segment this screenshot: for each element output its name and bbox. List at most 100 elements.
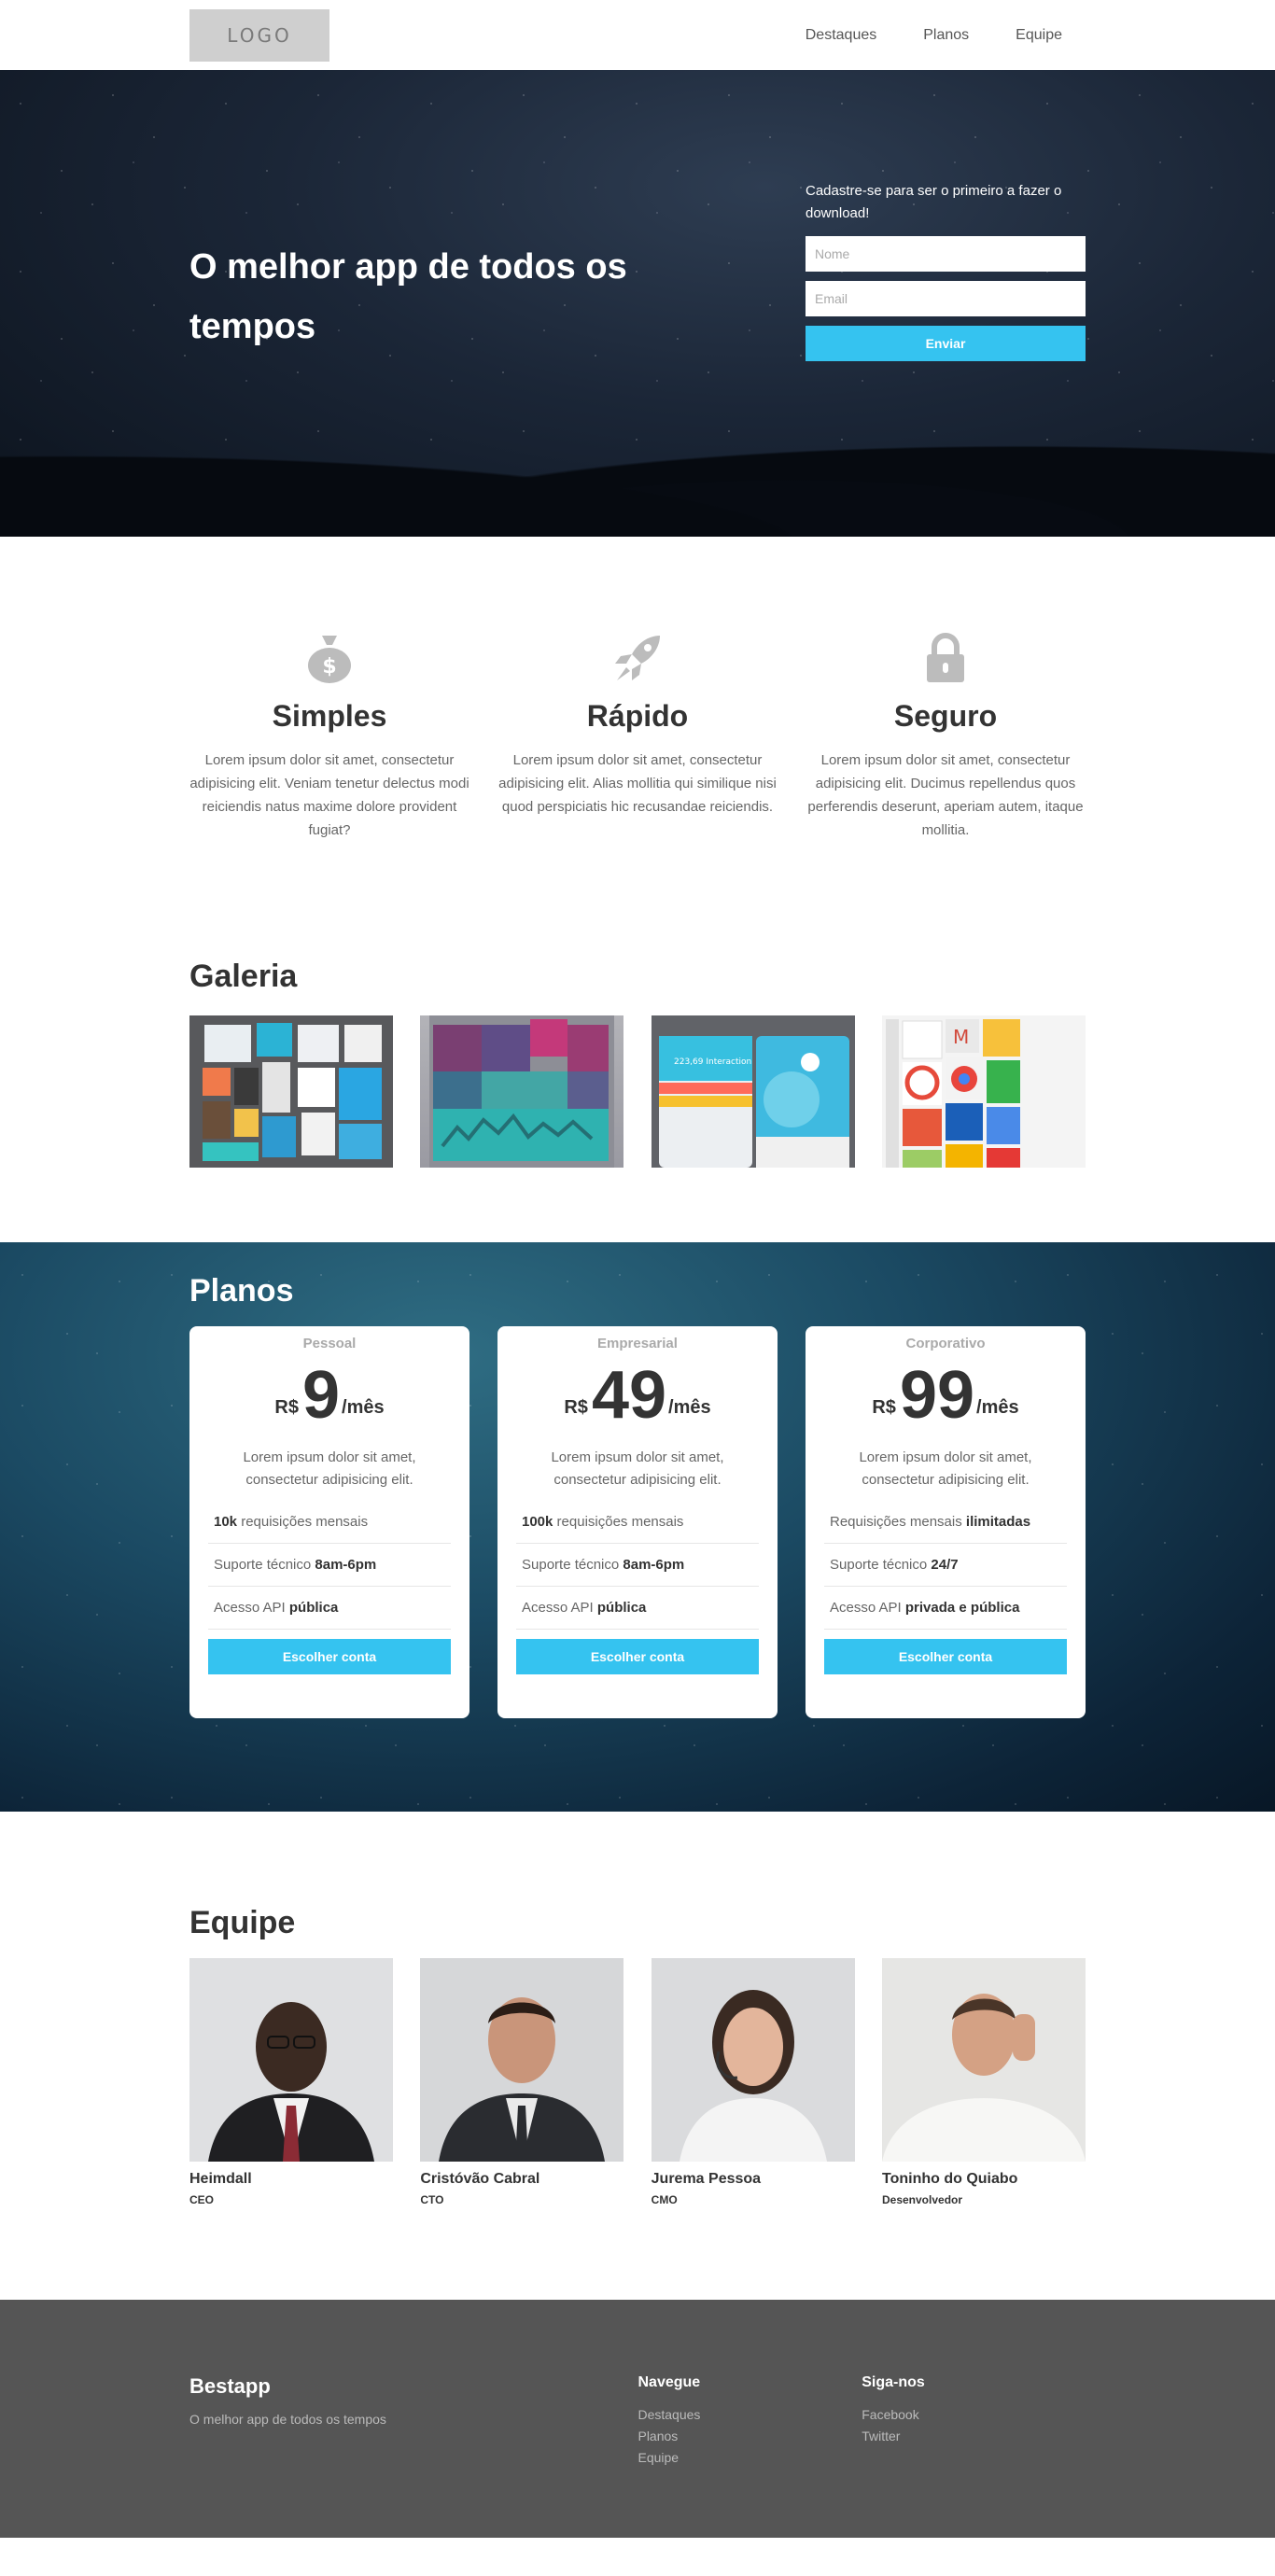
- lock-icon: [806, 630, 1086, 686]
- member-name: Heimdall: [189, 2171, 252, 2187]
- plan-card-corporativo: Corporativo R$ 99 /mês Lorem ipsum dolor…: [806, 1326, 1086, 1718]
- member-role: CEO: [189, 2193, 215, 2206]
- feature-text: Lorem ipsum dolor sit amet, consectetur …: [807, 752, 1084, 838]
- main-nav: Destaques Planos Equipe: [806, 27, 1086, 44]
- avatar: [651, 1958, 855, 2162]
- footer-link-twitter[interactable]: Twitter: [862, 2426, 1086, 2447]
- submit-button[interactable]: Enviar: [806, 326, 1086, 361]
- plan-feature: Suporte técnico 24/7: [824, 1544, 1067, 1587]
- plan-feature: Acesso API privada e pública: [824, 1587, 1067, 1630]
- svg-text:$: $: [322, 655, 336, 679]
- team-title: Equipe: [189, 1905, 296, 1940]
- plan-price: R$ 9 /mês: [208, 1357, 451, 1430]
- gallery-grid: 223,69 Interaction M: [189, 1015, 1086, 1168]
- plan-card-pessoal: Pessoal R$ 9 /mês Lorem ipsum dolor sit …: [189, 1326, 469, 1718]
- nav-link-planos[interactable]: Planos: [923, 27, 969, 44]
- plan-feature: 10k requisições mensais: [208, 1501, 451, 1544]
- footer-social-title: Siga-nos: [862, 2374, 925, 2390]
- site-header: LOGO Destaques Planos Equipe: [0, 0, 1275, 70]
- feature-title: Seguro: [893, 699, 998, 733]
- plan-name: Corporativo: [905, 1336, 986, 1351]
- plan-description: Lorem ipsum dolor sit amet, consectetur …: [551, 1449, 724, 1488]
- nav-link-destaques[interactable]: Destaques: [806, 27, 877, 44]
- money-bag-icon: $: [189, 630, 469, 686]
- team-member: Cristóvão Cabral CTO: [420, 1958, 624, 2206]
- footer-tagline: O melhor app de todos os tempos: [189, 2412, 386, 2427]
- plan-feature: Suporte técnico 8am-6pm: [516, 1544, 759, 1587]
- gallery-image-3[interactable]: 223,69 Interaction: [651, 1015, 855, 1168]
- price-period: /mês: [342, 1397, 385, 1418]
- plan-price: R$ 49 /mês: [516, 1357, 759, 1430]
- plans-section: Planos Pessoal R$ 9 /mês Lorem ipsum dol…: [0, 1242, 1275, 1812]
- name-input[interactable]: [806, 236, 1086, 272]
- signup-text: Cadastre-se para ser o primeiro a fazer …: [806, 183, 1062, 221]
- team-member: Toninho do Quiabo Desenvolvedor: [881, 1958, 1086, 2206]
- signup-form: Cadastre-se para ser o primeiro a fazer …: [806, 180, 1086, 361]
- member-role: CMO: [651, 2193, 678, 2206]
- price-currency: R$: [872, 1397, 896, 1418]
- nav-link-equipe[interactable]: Equipe: [1016, 27, 1062, 44]
- footer-nav: Navegue Destaques Planos Equipe: [638, 2374, 862, 2469]
- feature-text: Lorem ipsum dolor sit amet, consectetur …: [498, 752, 777, 815]
- footer-social: Siga-nos Facebook Twitter: [862, 2374, 1086, 2469]
- plan-feature: 100k requisições mensais: [516, 1501, 759, 1544]
- email-input[interactable]: [806, 281, 1086, 316]
- site-footer: Bestapp O melhor app de todos os tempos …: [0, 2300, 1275, 2538]
- feature-rapido: Rápido Lorem ipsum dolor sit amet, conse…: [497, 630, 778, 842]
- choose-plan-button[interactable]: Escolher conta: [208, 1639, 451, 1674]
- plans-grid: Pessoal R$ 9 /mês Lorem ipsum dolor sit …: [189, 1326, 1086, 1718]
- avatar: [189, 1958, 393, 2162]
- plan-price: R$ 99 /mês: [824, 1357, 1067, 1430]
- footer-link-destaques[interactable]: Destaques: [638, 2404, 862, 2426]
- feature-text: Lorem ipsum dolor sit amet, consectetur …: [189, 752, 469, 838]
- plan-description: Lorem ipsum dolor sit amet, consectetur …: [859, 1449, 1032, 1488]
- footer-brand-name: Bestapp: [189, 2374, 271, 2398]
- team-grid: Heimdall CEO Cristóvão Cabral CTO Jurema…: [189, 1958, 1086, 2206]
- choose-plan-button[interactable]: Escolher conta: [824, 1639, 1067, 1674]
- choose-plan-button[interactable]: Escolher conta: [516, 1639, 759, 1674]
- plan-description: Lorem ipsum dolor sit amet, consectetur …: [243, 1449, 416, 1488]
- avatar: [881, 1958, 1086, 2162]
- price-amount: 9: [301, 1358, 341, 1433]
- team-member: Jurema Pessoa CMO: [651, 1958, 855, 2206]
- svg-text:M: M: [953, 1026, 969, 1048]
- plan-name: Empresarial: [597, 1336, 678, 1351]
- feature-seguro: Seguro Lorem ipsum dolor sit amet, conse…: [806, 630, 1086, 842]
- plans-title: Planos: [189, 1273, 294, 1309]
- footer-link-equipe[interactable]: Equipe: [638, 2447, 862, 2469]
- member-role: CTO: [420, 2193, 444, 2206]
- price-amount: 99: [899, 1358, 975, 1433]
- member-name: Jurema Pessoa: [651, 2171, 762, 2187]
- gallery-image-3-label: 223,69 Interaction: [674, 1057, 751, 1067]
- footer-link-planos[interactable]: Planos: [638, 2426, 862, 2447]
- gallery-image-1[interactable]: [189, 1015, 393, 1168]
- gallery-image-2[interactable]: [420, 1015, 624, 1168]
- gallery-image-4[interactable]: M: [881, 1015, 1086, 1168]
- price-period: /mês: [668, 1397, 711, 1418]
- plan-features: Requisições mensais ilimitadas Suporte t…: [824, 1501, 1067, 1630]
- team-section: Equipe Heimdall CEO Cristóvão Cabral CTO…: [0, 1812, 1275, 2300]
- plan-name: Pessoal: [302, 1336, 357, 1351]
- hero-title: O melhor app de todos os tempos: [189, 246, 627, 346]
- plan-features: 10k requisições mensais Suporte técnico …: [208, 1501, 451, 1630]
- features-section: $ Simples Lorem ipsum dolor sit amet, co…: [0, 537, 1275, 889]
- plan-feature: Acesso API pública: [516, 1587, 759, 1630]
- hero-section: O melhor app de todos os tempos Cadastre…: [0, 70, 1275, 537]
- member-name: Cristóvão Cabral: [420, 2171, 540, 2187]
- footer-nav-title: Navegue: [638, 2374, 701, 2390]
- feature-title: Rápido: [586, 699, 689, 733]
- price-period: /mês: [976, 1397, 1019, 1418]
- gallery-title: Galeria: [189, 959, 298, 994]
- plan-feature: Suporte técnico 8am-6pm: [208, 1544, 451, 1587]
- member-role: Desenvolvedor: [881, 2193, 963, 2206]
- plan-card-empresarial: Empresarial R$ 49 /mês Lorem ipsum dolor…: [497, 1326, 778, 1718]
- gallery-section: Galeria 223,69 Interaction M: [0, 889, 1275, 1242]
- plan-features: 100k requisições mensais Suporte técnico…: [516, 1501, 759, 1630]
- price-currency: R$: [274, 1397, 299, 1418]
- plan-feature: Acesso API pública: [208, 1587, 451, 1630]
- feature-title: Simples: [272, 699, 387, 733]
- footer-link-facebook[interactable]: Facebook: [862, 2404, 1086, 2426]
- logo[interactable]: LOGO: [189, 8, 329, 62]
- footer-brand: Bestapp O melhor app de todos os tempos: [189, 2374, 638, 2469]
- feature-simples: $ Simples Lorem ipsum dolor sit amet, co…: [189, 630, 469, 842]
